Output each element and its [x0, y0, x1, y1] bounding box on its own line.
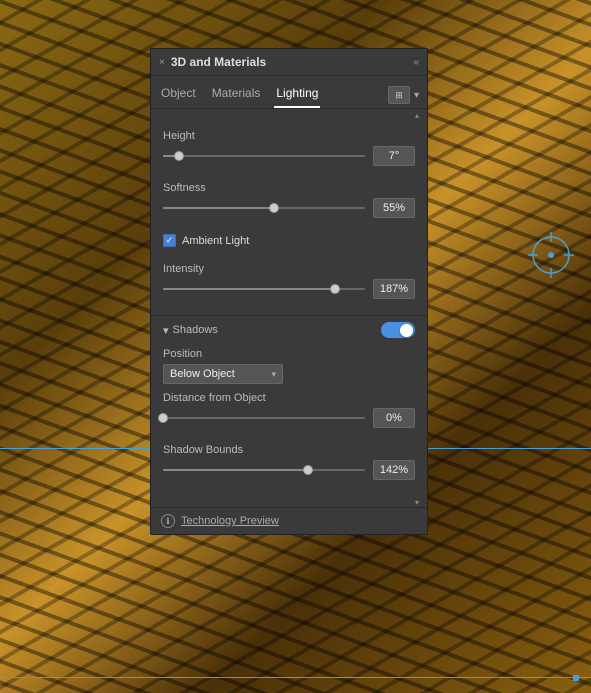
shadow-bounds-slider[interactable] [163, 469, 365, 471]
tab-menu-chevron[interactable]: ▾ [414, 90, 419, 101]
tab-lighting[interactable]: Lighting [274, 82, 320, 108]
selection-corner-br [573, 675, 579, 681]
softness-value[interactable]: 55% [373, 198, 415, 218]
ambient-checkbox-row: ✓ Ambient Light [163, 234, 415, 247]
position-section: Position Below Object ▾ [151, 344, 427, 392]
tech-preview-link[interactable]: Technology Preview [181, 515, 279, 527]
tab-materials[interactable]: Materials [210, 82, 263, 108]
checkbox-check-icon: ✓ [166, 236, 174, 245]
panel-collapse-button[interactable]: « [413, 57, 419, 68]
panel-close-button[interactable]: × [159, 57, 165, 68]
scroll-indicator-bottom: ▾ [151, 496, 427, 507]
crosshair-icon [526, 230, 576, 280]
height-slider-row: 7° [163, 146, 415, 166]
position-value: Below Object [170, 368, 235, 380]
shadows-header[interactable]: ▾ Shadows [151, 316, 427, 344]
position-label: Position [163, 348, 415, 360]
tab-object[interactable]: Object [159, 82, 198, 108]
softness-slider[interactable] [163, 207, 365, 209]
distance-slider-thumb[interactable] [158, 413, 168, 423]
intensity-label: Intensity [163, 263, 415, 275]
height-slider-thumb[interactable] [174, 151, 184, 161]
tab-icon-area: ⊞ ▾ [388, 86, 419, 104]
shadow-bounds-section: Shadow Bounds 142% [151, 444, 427, 496]
scroll-indicator-top: ▴ [151, 109, 427, 122]
ambient-checkbox[interactable]: ✓ [163, 234, 176, 247]
shadows-title: ▾ Shadows [163, 324, 218, 337]
position-dropdown[interactable]: Below Object ▾ [163, 364, 283, 384]
toggle-thumb [400, 324, 413, 337]
distance-slider-row: 0% [163, 408, 415, 428]
panel-footer: ℹ Technology Preview [151, 507, 427, 534]
height-label: Height [163, 130, 415, 142]
panel-title: 3D and Materials [171, 55, 266, 69]
shadow-bounds-slider-row: 142% [163, 460, 415, 480]
intensity-slider[interactable] [163, 288, 365, 290]
grid-icon: ⊞ [395, 90, 403, 101]
panel-header: × 3D and Materials « [151, 49, 427, 76]
info-icon[interactable]: ℹ [161, 514, 175, 528]
distance-section: Distance from Object 0% [151, 392, 427, 444]
distance-slider[interactable] [163, 417, 365, 419]
intensity-section: Intensity 187% [151, 263, 427, 315]
shadow-bounds-slider-fill [163, 469, 308, 471]
shadow-bounds-label: Shadow Bounds [163, 444, 415, 456]
shadow-bounds-value[interactable]: 142% [373, 460, 415, 480]
shadows-chevron-icon: ▾ [163, 324, 169, 337]
panel-body: Height 7° Softness 55% [151, 122, 427, 507]
distance-label: Distance from Object [163, 392, 415, 404]
softness-slider-row: 55% [163, 198, 415, 218]
dropdown-arrow-icon: ▾ [271, 369, 276, 380]
ambient-section: ✓ Ambient Light [151, 234, 427, 263]
grid-view-button[interactable]: ⊞ [388, 86, 410, 104]
shadow-bounds-slider-thumb[interactable] [303, 465, 313, 475]
ambient-label: Ambient Light [182, 235, 249, 247]
softness-slider-fill [163, 207, 274, 209]
softness-slider-thumb[interactable] [269, 203, 279, 213]
intensity-slider-thumb[interactable] [330, 284, 340, 294]
softness-label: Softness [163, 182, 415, 194]
shadows-toggle[interactable] [381, 322, 415, 338]
3d-materials-panel: × 3D and Materials « Object Materials Li… [150, 48, 428, 535]
height-value[interactable]: 7° [373, 146, 415, 166]
panel-header-left: × 3D and Materials [159, 55, 266, 69]
intensity-slider-fill [163, 288, 335, 290]
intensity-slider-row: 187% [163, 279, 415, 299]
intensity-value[interactable]: 187% [373, 279, 415, 299]
height-section: Height 7° [151, 122, 427, 182]
height-slider[interactable] [163, 155, 365, 157]
softness-section: Softness 55% [151, 182, 427, 234]
distance-value[interactable]: 0% [373, 408, 415, 428]
selection-line-bottom [0, 677, 591, 678]
tabs-bar: Object Materials Lighting ⊞ ▾ [151, 76, 427, 109]
shadows-label: Shadows [173, 324, 218, 336]
